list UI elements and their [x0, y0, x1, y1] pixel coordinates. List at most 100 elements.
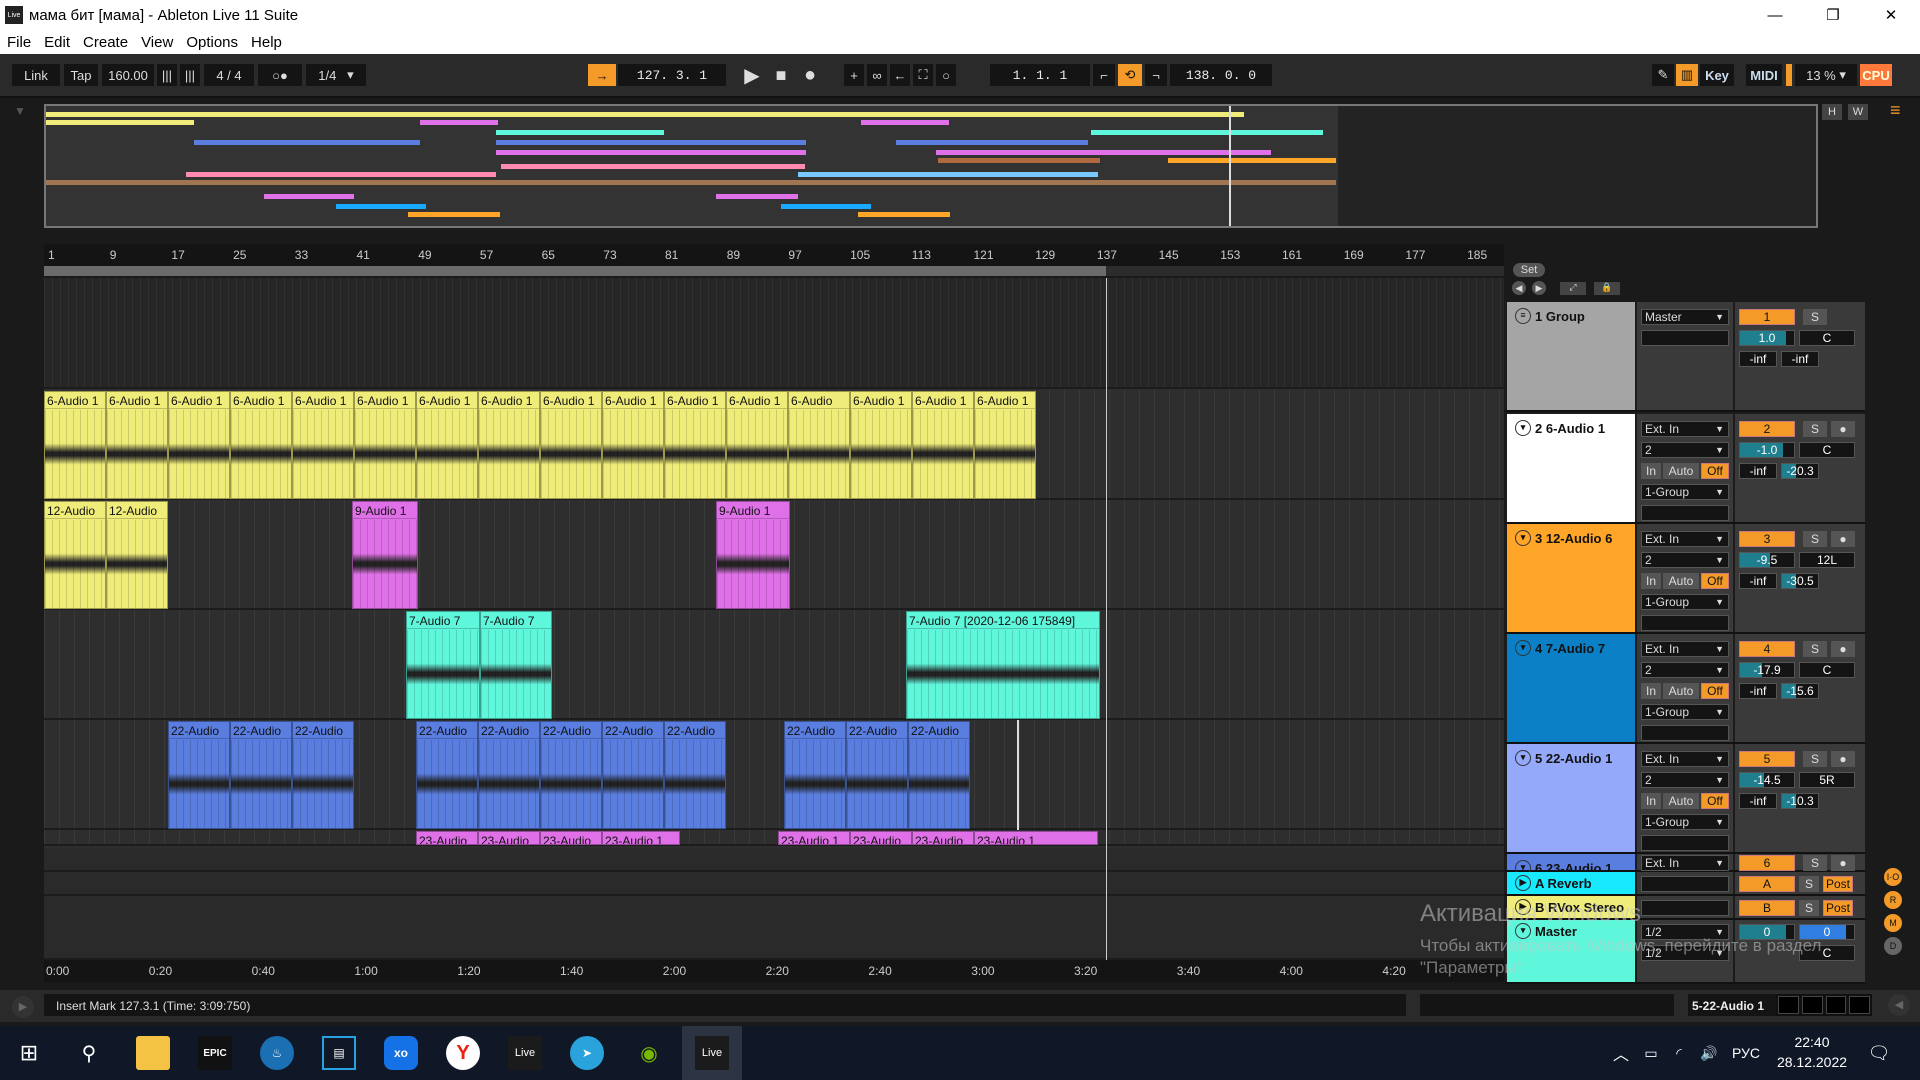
track-name-panel[interactable]: ≡ 1 Group [1507, 302, 1635, 410]
monitor-in-button[interactable]: In [1641, 793, 1661, 809]
track-activator-button[interactable]: 2 [1739, 421, 1795, 437]
optimize-height-icon[interactable]: ⤢ [1560, 282, 1586, 295]
audio-clip[interactable]: 22-Audio [784, 721, 846, 829]
audio-clip[interactable]: 9-Audio 1 [352, 501, 418, 609]
solo-button[interactable]: S [1803, 751, 1827, 767]
arrangement-view[interactable]: 6-Audio 1 6-Audio 1 6-Audio 1 6-Audio 1 6-Au… [44, 278, 1504, 960]
io-toggle-button[interactable]: I·O [1884, 868, 1902, 886]
input-type-dropdown[interactable]: Ext. In ▼ [1641, 641, 1729, 657]
delay-toggle-button[interactable]: D [1884, 937, 1902, 955]
browser-toggle-icon[interactable]: ≡ [1890, 100, 1901, 121]
audio-clip[interactable]: 6-Audio 1 [354, 391, 416, 499]
menu-file[interactable]: File [7, 34, 31, 51]
loop-region[interactable] [44, 266, 1106, 276]
audio-clip[interactable]: 6-Audio 1 [540, 391, 602, 499]
input-channel-dropdown[interactable]: 2 ▼ [1641, 772, 1729, 788]
audio-clip[interactable]: 23-Audio 1 [974, 831, 1098, 845]
link-button[interactable]: Link [12, 64, 60, 86]
mixer-toggle-button[interactable]: M [1884, 914, 1902, 932]
set-button[interactable]: Set [1513, 263, 1545, 277]
yandex-browser-icon[interactable]: Y [446, 1036, 480, 1070]
key-map-button[interactable]: Key [1700, 64, 1734, 86]
search-icon[interactable]: ⚲ [72, 1036, 106, 1070]
track-name-panel[interactable]: ▾ 4 7-Audio 7 [1507, 634, 1635, 742]
output-channel-field[interactable] [1641, 330, 1729, 346]
midi-map-button[interactable]: MIDI [1746, 64, 1782, 86]
quantize-dropdown[interactable]: 1/4 ▾ [306, 64, 366, 86]
solo-button[interactable]: S [1803, 421, 1827, 437]
loop-switch-button[interactable]: ⟲ [1118, 64, 1142, 86]
output-routing-dropdown[interactable]: 1-Group ▼ [1641, 704, 1729, 720]
collapse-toggle-icon[interactable]: ▾ [1515, 750, 1531, 766]
pan-field[interactable]: C [1799, 662, 1855, 678]
video-editor-icon[interactable]: ▤ [322, 1036, 356, 1070]
monitor-auto-button[interactable]: Auto [1663, 683, 1699, 699]
solo-button[interactable]: S [1803, 855, 1827, 871]
record-button[interactable]: ● [798, 64, 822, 86]
collapse-toggle-icon[interactable]: ≡ [1515, 308, 1531, 324]
automation-arm-button[interactable]: ∞ [867, 64, 887, 86]
time-signature-field[interactable]: 4 / 4 [204, 64, 254, 86]
solo-button[interactable]: S [1803, 531, 1827, 547]
re-enable-automation-button[interactable]: ← [890, 64, 910, 86]
overdub-button[interactable]: + [844, 64, 864, 86]
track-lane-7-audio-7[interactable]: 7-Audio 7 7-Audio 7 7-Audio 7 [2020-12-06 … [44, 610, 1504, 720]
collapse-toggle-icon[interactable]: ▾ [1515, 420, 1531, 436]
notifications-icon[interactable]: 🗨 [1862, 1036, 1896, 1070]
output-channel-field[interactable] [1641, 505, 1729, 521]
arm-button[interactable]: ● [1831, 855, 1855, 871]
solo-button[interactable]: S [1799, 876, 1819, 892]
audio-clip[interactable]: 6-Audio 1 [850, 391, 912, 499]
cpu-button[interactable]: CPU [1860, 64, 1892, 86]
arrangement-position-field[interactable]: 127. 3. 1 [618, 64, 726, 86]
track-activator-button[interactable]: 4 [1739, 641, 1795, 657]
track-lane-group[interactable] [44, 278, 1504, 389]
input-channel-dropdown[interactable]: 2 ▼ [1641, 662, 1729, 678]
audio-clip[interactable]: 22-Audio [602, 721, 664, 829]
monitor-off-button[interactable]: Off [1701, 573, 1729, 589]
input-type-dropdown[interactable]: Ext. In ▼ [1641, 421, 1729, 437]
pan-field[interactable]: 5R [1799, 772, 1855, 788]
solo-button[interactable]: S [1799, 900, 1819, 916]
track-name-panel[interactable]: ▾ 3 12-Audio 6 [1507, 524, 1635, 632]
audio-clip[interactable]: 23-Audio [540, 831, 602, 845]
capture-midi-button[interactable]: ⛶ [913, 64, 933, 86]
volume-field[interactable]: 1.0 [1739, 330, 1795, 346]
follow-button[interactable]: → [588, 64, 616, 86]
track-lane-22-audio-1[interactable]: 22-Audio 22-Audio 22-Audio 22-Audio 22-Audio… [44, 720, 1504, 830]
clock[interactable]: 22:40 28.12.2022 [1772, 1032, 1852, 1072]
audio-clip[interactable]: 6-Audio 1 [44, 391, 106, 499]
solo-button[interactable]: S [1803, 641, 1827, 657]
lock-icon[interactable]: 🔒 [1594, 282, 1620, 295]
track-lane-6-audio-1[interactable]: 6-Audio 1 6-Audio 1 6-Audio 1 6-Audio 1 6-Au… [44, 390, 1504, 500]
arm-button[interactable]: ● [1831, 641, 1855, 657]
track-name-panel[interactable]: ▾ 5 22-Audio 1 [1507, 744, 1635, 852]
volume-field[interactable]: -14.5 [1739, 772, 1795, 788]
tap-tempo-button[interactable]: Tap [64, 64, 98, 86]
post-button[interactable]: Post [1823, 876, 1853, 892]
output-routing-dropdown[interactable]: 1-Group ▼ [1641, 814, 1729, 830]
solo-button[interactable]: S [1803, 309, 1827, 325]
h-button[interactable]: H [1822, 104, 1842, 120]
menu-help[interactable]: Help [251, 34, 282, 51]
audio-clip[interactable]: 6-Audio 1 [106, 391, 168, 499]
monitor-auto-button[interactable]: Auto [1663, 463, 1699, 479]
track-name-panel[interactable]: ▾ 2 6-Audio 1 [1507, 414, 1635, 522]
audio-clip[interactable]: 6-Audio 1 [912, 391, 974, 499]
epic-games-icon[interactable]: EPIC [198, 1036, 232, 1070]
track-lane-23-audio-1[interactable]: 23-Audio 23-Audio 23-Audio 23-Audio 1 23-Aud… [44, 830, 1504, 846]
output-channel-field[interactable] [1641, 615, 1729, 631]
audio-clip[interactable]: 6-Audio 1 [416, 391, 478, 499]
windows-start-icon[interactable]: ⊞ [12, 1036, 46, 1070]
detail-toggle-icon[interactable]: ◀ [1888, 994, 1910, 1016]
audio-clip[interactable]: 23-Audio [912, 831, 974, 845]
output-channel-field[interactable] [1641, 725, 1729, 741]
collapse-toggle-icon[interactable]: ▾ [1515, 530, 1531, 546]
audio-clip[interactable]: 7-Audio 7 [480, 611, 552, 719]
session-record-button[interactable]: ○ [936, 64, 956, 86]
volume-field[interactable]: -9.5 [1739, 552, 1795, 568]
return-output-field[interactable] [1641, 876, 1729, 892]
master-lane[interactable] [44, 896, 1504, 960]
ableton-live-icon[interactable]: Live [508, 1036, 542, 1070]
track-activator-button[interactable]: 5 [1739, 751, 1795, 767]
